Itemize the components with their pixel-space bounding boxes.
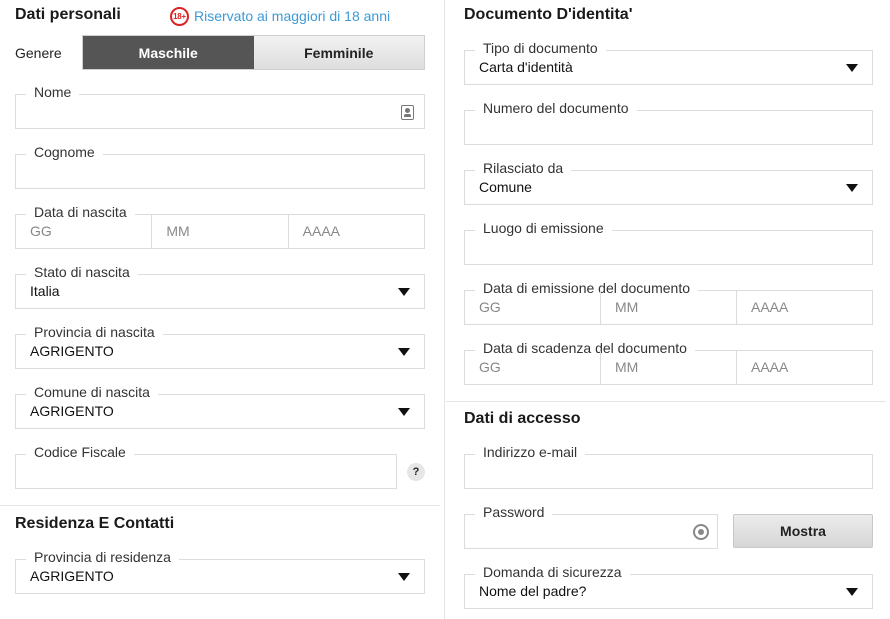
issue-day-input[interactable]: GG [465,291,600,324]
section-divider [446,401,886,402]
birth-city-label: Comune di nascita [26,383,158,401]
left-column: Dati personali 18+ Riservato ai maggiori… [0,0,440,619]
chevron-down-icon [846,64,858,72]
gender-toggle: Maschile Femminile [82,35,425,70]
adults-only-icon: 18+ [170,7,189,26]
chevron-down-icon [398,408,410,416]
issue-date-field: Data di emissione del documento GG MM AA… [464,279,873,325]
password-field[interactable]: Password [464,503,718,549]
security-question-label: Domanda di sicurezza [475,563,630,581]
month-placeholder: MM [615,299,639,315]
month-placeholder: MM [615,359,639,375]
document-heading: Documento D'identita' [464,6,633,23]
expiry-year-input[interactable]: AAAA [736,351,872,384]
issuer-value: Comune [479,179,532,195]
day-placeholder: GG [30,223,52,239]
gender-label: Genere [15,45,62,61]
issue-place-field[interactable]: Luogo di emissione [464,219,873,265]
document-type-label: Tipo di documento [475,39,606,57]
issuer-label: Rilasciato da [475,159,572,177]
email-field[interactable]: Indirizzo e-mail [464,443,873,489]
birth-country-select[interactable]: Stato di nascita Italia [15,263,425,309]
residence-heading: Residenza E Contatti [15,515,175,532]
birth-year-input[interactable]: AAAA [287,215,424,248]
issue-month-input[interactable]: MM [600,291,736,324]
document-number-label: Numero del documento [475,99,637,117]
section-divider [0,505,440,506]
birth-day-input[interactable]: GG [16,215,151,248]
birth-country-value: Italia [30,283,60,299]
birth-date-field: Data di nascita GG MM AAAA [15,203,425,249]
age-restriction-note: Riservato ai maggiori di 18 anni [194,8,391,24]
chevron-down-icon [398,348,410,356]
password-label: Password [475,503,553,521]
expiry-day-input[interactable]: GG [465,351,600,384]
month-placeholder: MM [166,223,190,239]
document-type-value: Carta d'identità [479,59,573,75]
gender-option-female[interactable]: Femminile [253,36,424,69]
issue-year-input[interactable]: AAAA [736,291,872,324]
security-question-select[interactable]: Domanda di sicurezza Nome del padre? [464,563,873,609]
tax-code-label: Codice Fiscale [26,443,134,461]
birth-province-value: AGRIGENTO [30,343,114,359]
year-placeholder: AAAA [751,359,789,375]
expiry-date-field: Data di scadenza del documento GG MM AAA… [464,339,873,385]
chevron-down-icon [846,588,858,596]
first-name-label: Nome [26,83,80,101]
email-label: Indirizzo e-mail [475,443,586,461]
access-heading: Dati di accesso [464,410,581,427]
chevron-down-icon [398,288,410,296]
day-placeholder: GG [479,359,501,375]
birth-country-label: Stato di nascita [26,263,138,281]
gender-option-male[interactable]: Maschile [83,36,254,69]
last-name-label: Cognome [26,143,103,161]
document-number-field[interactable]: Numero del documento [464,99,873,145]
eye-icon[interactable] [693,524,709,540]
expiry-month-input[interactable]: MM [600,351,736,384]
residence-province-label: Provincia di residenza [26,548,179,566]
personal-data-heading: Dati personali [15,6,121,23]
birth-province-select[interactable]: Provincia di nascita AGRIGENTO [15,323,425,369]
column-divider [444,0,445,619]
issuer-select[interactable]: Rilasciato da Comune [464,159,873,205]
residence-province-select[interactable]: Provincia di residenza AGRIGENTO [15,548,425,594]
birth-province-label: Provincia di nascita [26,323,163,341]
residence-province-value: AGRIGENTO [30,568,114,584]
first-name-field[interactable]: Nome [15,83,425,129]
show-password-button[interactable]: Mostra [733,514,873,548]
birth-city-select[interactable]: Comune di nascita AGRIGENTO [15,383,425,429]
document-type-select[interactable]: Tipo di documento Carta d'identità [464,39,873,85]
day-placeholder: GG [479,299,501,315]
birth-city-value: AGRIGENTO [30,403,114,419]
contact-card-icon[interactable] [401,105,414,120]
issue-place-label: Luogo di emissione [475,219,612,237]
year-placeholder: AAAA [751,299,789,315]
chevron-down-icon [398,573,410,581]
year-placeholder: AAAA [302,223,341,239]
help-icon[interactable]: ? [407,463,425,481]
chevron-down-icon [846,184,858,192]
tax-code-field[interactable]: Codice Fiscale [15,443,397,489]
birth-month-input[interactable]: MM [151,215,287,248]
security-question-value: Nome del padre? [479,583,587,599]
last-name-field[interactable]: Cognome [15,143,425,189]
